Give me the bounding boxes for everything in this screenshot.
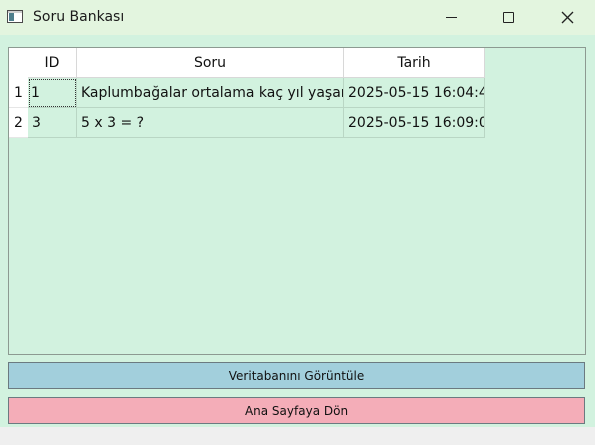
table-cell-tarih[interactable]: 2025-05-15 16:04:43 [344,78,485,108]
back-to-home-button[interactable]: Ana Sayfaya Dön [8,397,585,424]
window-title: Soru Bankası [33,9,125,25]
window-bottom-edge [0,427,595,445]
view-database-button[interactable]: Veritabanını Görüntüle [8,362,585,389]
table-cell-soru[interactable]: 5 x 3 = ? [77,108,344,138]
minimize-button[interactable] [428,0,474,35]
title-bar[interactable]: Soru Bankası [0,0,595,35]
column-header-soru[interactable]: Soru [77,48,344,78]
row-header[interactable]: 2 [9,108,28,138]
column-header-id[interactable]: ID [28,48,77,78]
close-button[interactable] [544,0,590,35]
close-icon [561,11,573,24]
maximize-button[interactable] [485,0,531,35]
app-window-icon [7,10,23,23]
column-header-tarih[interactable]: Tarih [344,48,485,78]
table-cell-tarih[interactable]: 2025-05-15 16:09:07 [344,108,485,138]
maximize-icon [502,12,514,23]
questions-table[interactable]: ID Soru Tarih 1 1 Kaplumbağalar ortalama… [8,47,586,355]
table-cell-id[interactable]: 3 [28,108,77,138]
table-cell-soru[interactable]: Kaplumbağalar ortalama kaç yıl yaşar ? [77,78,344,108]
row-header[interactable]: 1 [9,78,28,108]
table-corner[interactable] [9,48,28,78]
minimize-icon [445,17,457,18]
table-cell-id[interactable]: 1 [28,78,77,108]
app-window: Soru Bankası ID Soru Tarih 1 1 Kaplumbağ… [0,0,595,445]
